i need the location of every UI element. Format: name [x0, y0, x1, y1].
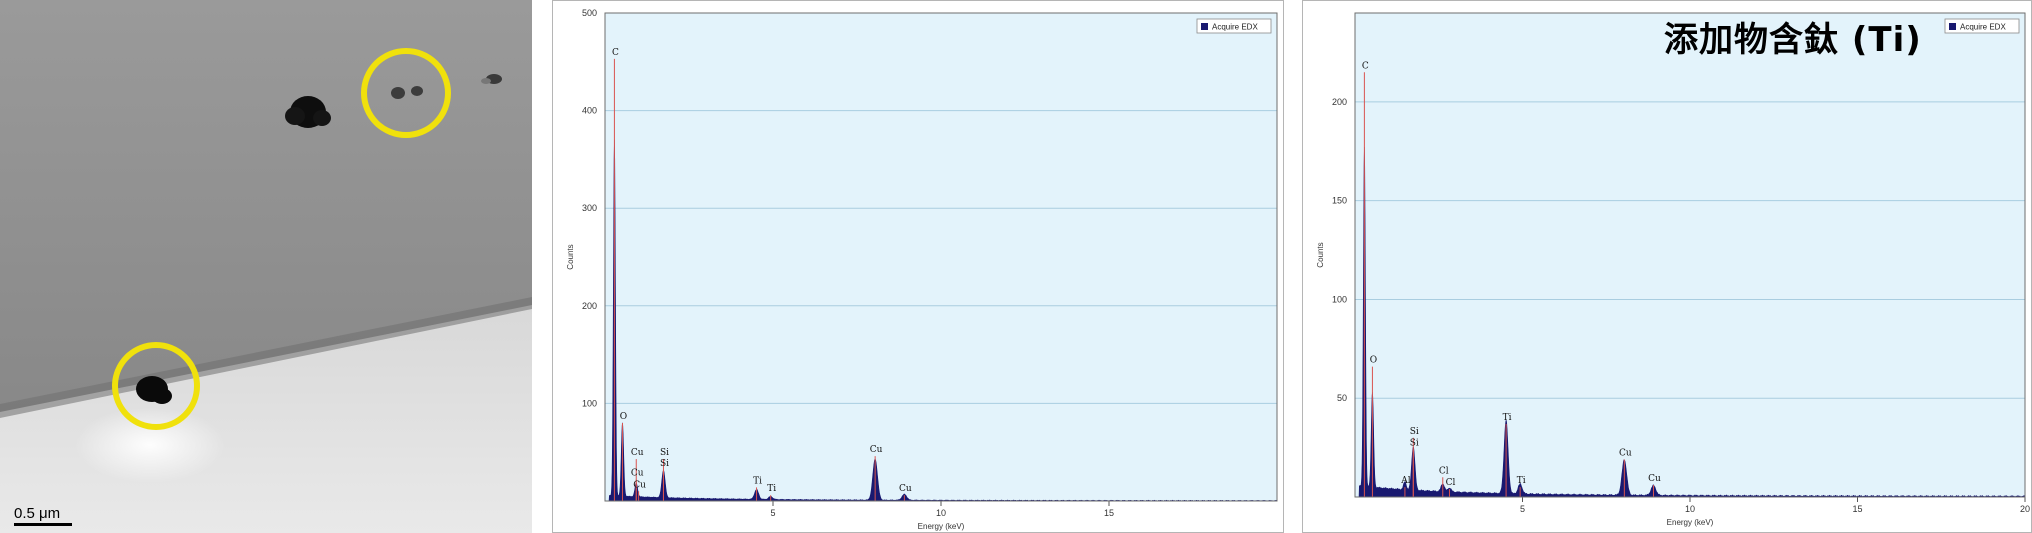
element-label: Si	[1410, 439, 1419, 449]
element-label: Cu	[633, 480, 646, 490]
element-label: Cu	[899, 484, 912, 494]
x-tick-label: 15	[1104, 508, 1114, 518]
annotation-title: 添加物含鈦 (Ti)	[1664, 20, 1922, 60]
x-axis-label: Energy (keV)	[918, 522, 965, 531]
y-tick-label: 200	[1332, 97, 1347, 107]
element-label: Cl	[1439, 466, 1449, 476]
legend: Acquire EDX	[1196, 18, 1272, 34]
legend: Acquire EDX	[1944, 18, 2020, 34]
element-label: Si	[660, 459, 669, 469]
y-tick-label: 400	[582, 106, 597, 116]
scale-bar	[14, 523, 72, 526]
y-tick-label: 200	[582, 301, 597, 311]
y-tick-label: 100	[1332, 294, 1347, 304]
x-tick-label: 5	[770, 508, 775, 518]
edx-spectrum-chart-2: 50 100 150 200 5 10 15 20 Energy (keV) Counts Acqu…	[1316, 12, 2030, 527]
element-label: Ti	[753, 476, 762, 486]
x-tick-label: 15	[1852, 504, 1862, 514]
element-label: Al	[1400, 476, 1410, 486]
y-tick-label: 50	[1337, 393, 1347, 403]
y-axis-label: Counts	[566, 244, 575, 269]
edx-spectrum-panel-1: 100 200 300 400 500 5 10 15 Energy (keV) Counts Ac…	[552, 0, 1284, 533]
x-tick-label: 5	[1520, 504, 1525, 514]
element-label: Cu	[631, 469, 644, 479]
micrograph-image	[0, 0, 532, 533]
element-label: Si	[1410, 427, 1419, 437]
element-label: Cu	[631, 448, 644, 458]
element-label: Ti	[767, 484, 776, 494]
element-label: C	[1362, 61, 1369, 71]
legend-label: Acquire EDX	[1960, 23, 2006, 32]
plot-area	[604, 12, 1278, 502]
tem-micrograph	[0, 0, 532, 533]
x-tick-label: 20	[2020, 504, 2030, 514]
edx-spectrum-panel-2: 50 100 150 200 5 10 15 20 Energy (keV) Counts Acqu…	[1302, 0, 2032, 533]
edx-spectrum-chart-1: 100 200 300 400 500 5 10 15 Energy (keV) Counts Ac…	[566, 8, 1278, 531]
element-label: O	[1370, 356, 1377, 366]
x-tick-label: 10	[936, 508, 946, 518]
small-particle	[391, 87, 405, 99]
element-label: Cu	[1648, 474, 1661, 484]
y-axis-label: Counts	[1316, 242, 1325, 267]
legend-label: Acquire EDX	[1212, 23, 1258, 32]
element-label: Ti	[1503, 413, 1512, 423]
x-tick-label: 10	[1685, 504, 1695, 514]
element-label: O	[620, 412, 627, 422]
y-tick-label: 500	[582, 8, 597, 18]
bright-spot	[75, 407, 225, 483]
x-axis-label: Energy (keV)	[1667, 518, 1714, 527]
scale-bar-label: 0.5 μm	[14, 505, 61, 522]
y-tick-label: 300	[582, 203, 597, 213]
element-label: Cu	[870, 445, 883, 455]
element-label: C	[612, 48, 619, 58]
element-label: Cl	[1446, 478, 1456, 488]
plot-area	[1354, 12, 2026, 498]
y-tick-label: 100	[582, 398, 597, 408]
element-label: Ti	[1517, 476, 1526, 486]
legend-swatch	[1201, 23, 1208, 30]
element-label: Si	[660, 448, 669, 458]
y-tick-label: 150	[1332, 196, 1347, 206]
element-label: Cu	[1619, 448, 1632, 458]
legend-swatch	[1949, 23, 1956, 30]
